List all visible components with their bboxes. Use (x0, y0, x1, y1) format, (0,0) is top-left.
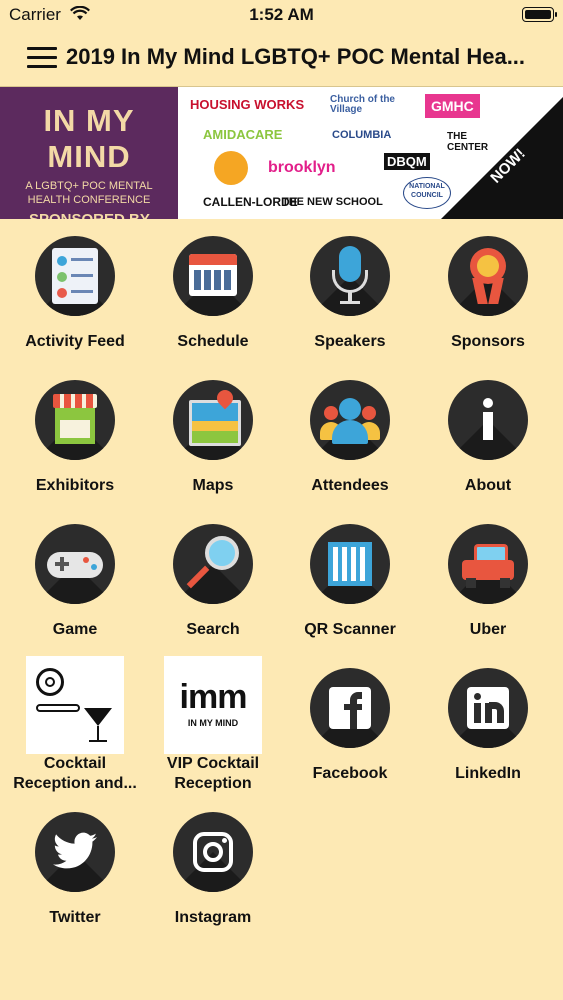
tile-cocktail-reception[interactable]: Cocktail Reception and... (6, 656, 144, 808)
microphone-icon (310, 236, 390, 316)
film-cocktail-icon (26, 656, 124, 754)
tile-schedule[interactable]: Schedule (144, 236, 282, 376)
tile-linkedin[interactable]: LinkedIn (419, 668, 557, 808)
tile-label: QR Scanner (304, 621, 396, 638)
sponsor-logo: Church of the Village (330, 94, 395, 115)
sponsor-logo: HOUSING WORKS (190, 97, 305, 112)
twitter-icon (35, 812, 115, 892)
tile-label: About (464, 477, 512, 494)
sponsor-logo: brooklyn (268, 159, 336, 176)
linkedin-icon (448, 668, 528, 748)
banner-subtitle-1: A LGBTQ+ POC MENTAL (25, 180, 153, 192)
menu-icon[interactable] (27, 47, 57, 69)
tile-attendees[interactable]: Attendees (281, 380, 419, 520)
tile-qr-scanner[interactable]: QR Scanner (281, 524, 419, 664)
banner-headline: IN MY MIND (43, 103, 135, 174)
nav-bar: 2019 In My Mind LGBTQ+ POC Mental Hea... (0, 30, 563, 87)
info-icon (448, 380, 528, 460)
tile-label: Speakers (314, 333, 386, 350)
tile-speakers[interactable]: Speakers (281, 236, 419, 376)
sponsor-logo: COLUMBIA (332, 129, 392, 141)
tile-uber[interactable]: Uber (419, 524, 557, 664)
sponsor-emblem-icon (214, 151, 248, 185)
tile-label: Cocktail Reception and... (13, 755, 137, 792)
page-title: 2019 In My Mind LGBTQ+ POC Mental Hea... (66, 44, 526, 69)
people-icon (310, 380, 390, 460)
tile-label: Maps (192, 477, 234, 494)
tile-label: Uber (469, 621, 507, 638)
tile-label: Search (186, 621, 240, 638)
ribbon-icon (448, 236, 528, 316)
tile-label: Instagram (174, 909, 252, 926)
banner-subtitle-2: HEALTH CONFERENCE (27, 194, 151, 206)
car-icon (448, 524, 528, 604)
booth-icon (35, 380, 115, 460)
facebook-icon (310, 668, 390, 748)
tile-label: Exhibitors (35, 477, 115, 494)
tile-instagram[interactable]: Instagram (144, 812, 282, 952)
map-pin-icon (173, 380, 253, 460)
tile-twitter[interactable]: Twitter (6, 812, 144, 952)
tile-exhibitors[interactable]: Exhibitors (6, 380, 144, 520)
qr-code-icon (310, 524, 390, 604)
sponsor-logo: AMIDACARE (203, 127, 283, 142)
tile-label: Attendees (311, 477, 389, 494)
tile-label: Twitter (49, 909, 101, 926)
tile-label: VIP Cocktail Reception (166, 755, 260, 792)
imm-logo-text: imm (179, 678, 248, 716)
sponsor-banner[interactable]: IN MY MIND A LGBTQ+ POC MENTAL HEALTH CO… (0, 87, 563, 219)
imm-logo-icon: imm IN MY MIND (164, 656, 262, 754)
sponsor-logo: THE NEW SCHOOL (282, 196, 383, 208)
tile-search[interactable]: Search (144, 524, 282, 664)
tile-vip-cocktail-reception[interactable]: imm IN MY MIND VIP Cocktail Reception (144, 656, 282, 808)
status-bar: Carrier 1:52 AM (0, 0, 563, 30)
clock: 1:52 AM (249, 5, 314, 24)
gamepad-icon (35, 524, 115, 604)
activity-feed-icon (35, 236, 115, 316)
tile-label: LinkedIn (455, 765, 521, 782)
tile-game[interactable]: Game (6, 524, 144, 664)
tile-label: Activity Feed (25, 333, 125, 350)
banner-sponsored-by: -SPONSORED BY- (0, 211, 178, 219)
tile-about[interactable]: About (419, 380, 557, 520)
imm-logo-subtitle: IN MY MIND (187, 718, 239, 728)
tile-maps[interactable]: Maps (144, 380, 282, 520)
sponsor-logo: DBQM (384, 153, 430, 170)
calendar-icon (173, 236, 253, 316)
tile-label: Schedule (177, 333, 249, 350)
instagram-icon (173, 812, 253, 892)
tile-label: Sponsors (451, 333, 525, 350)
magnifier-icon (173, 524, 253, 604)
battery-icon (522, 7, 557, 22)
banner-brand: IN MY MIND A LGBTQ+ POC MENTAL HEALTH CO… (0, 87, 178, 219)
tile-label: Facebook (312, 765, 388, 782)
tile-facebook[interactable]: Facebook (281, 668, 419, 808)
tile-label: Game (52, 621, 98, 638)
tile-sponsors[interactable]: Sponsors (419, 236, 557, 376)
tile-activity-feed[interactable]: Activity Feed (6, 236, 144, 376)
